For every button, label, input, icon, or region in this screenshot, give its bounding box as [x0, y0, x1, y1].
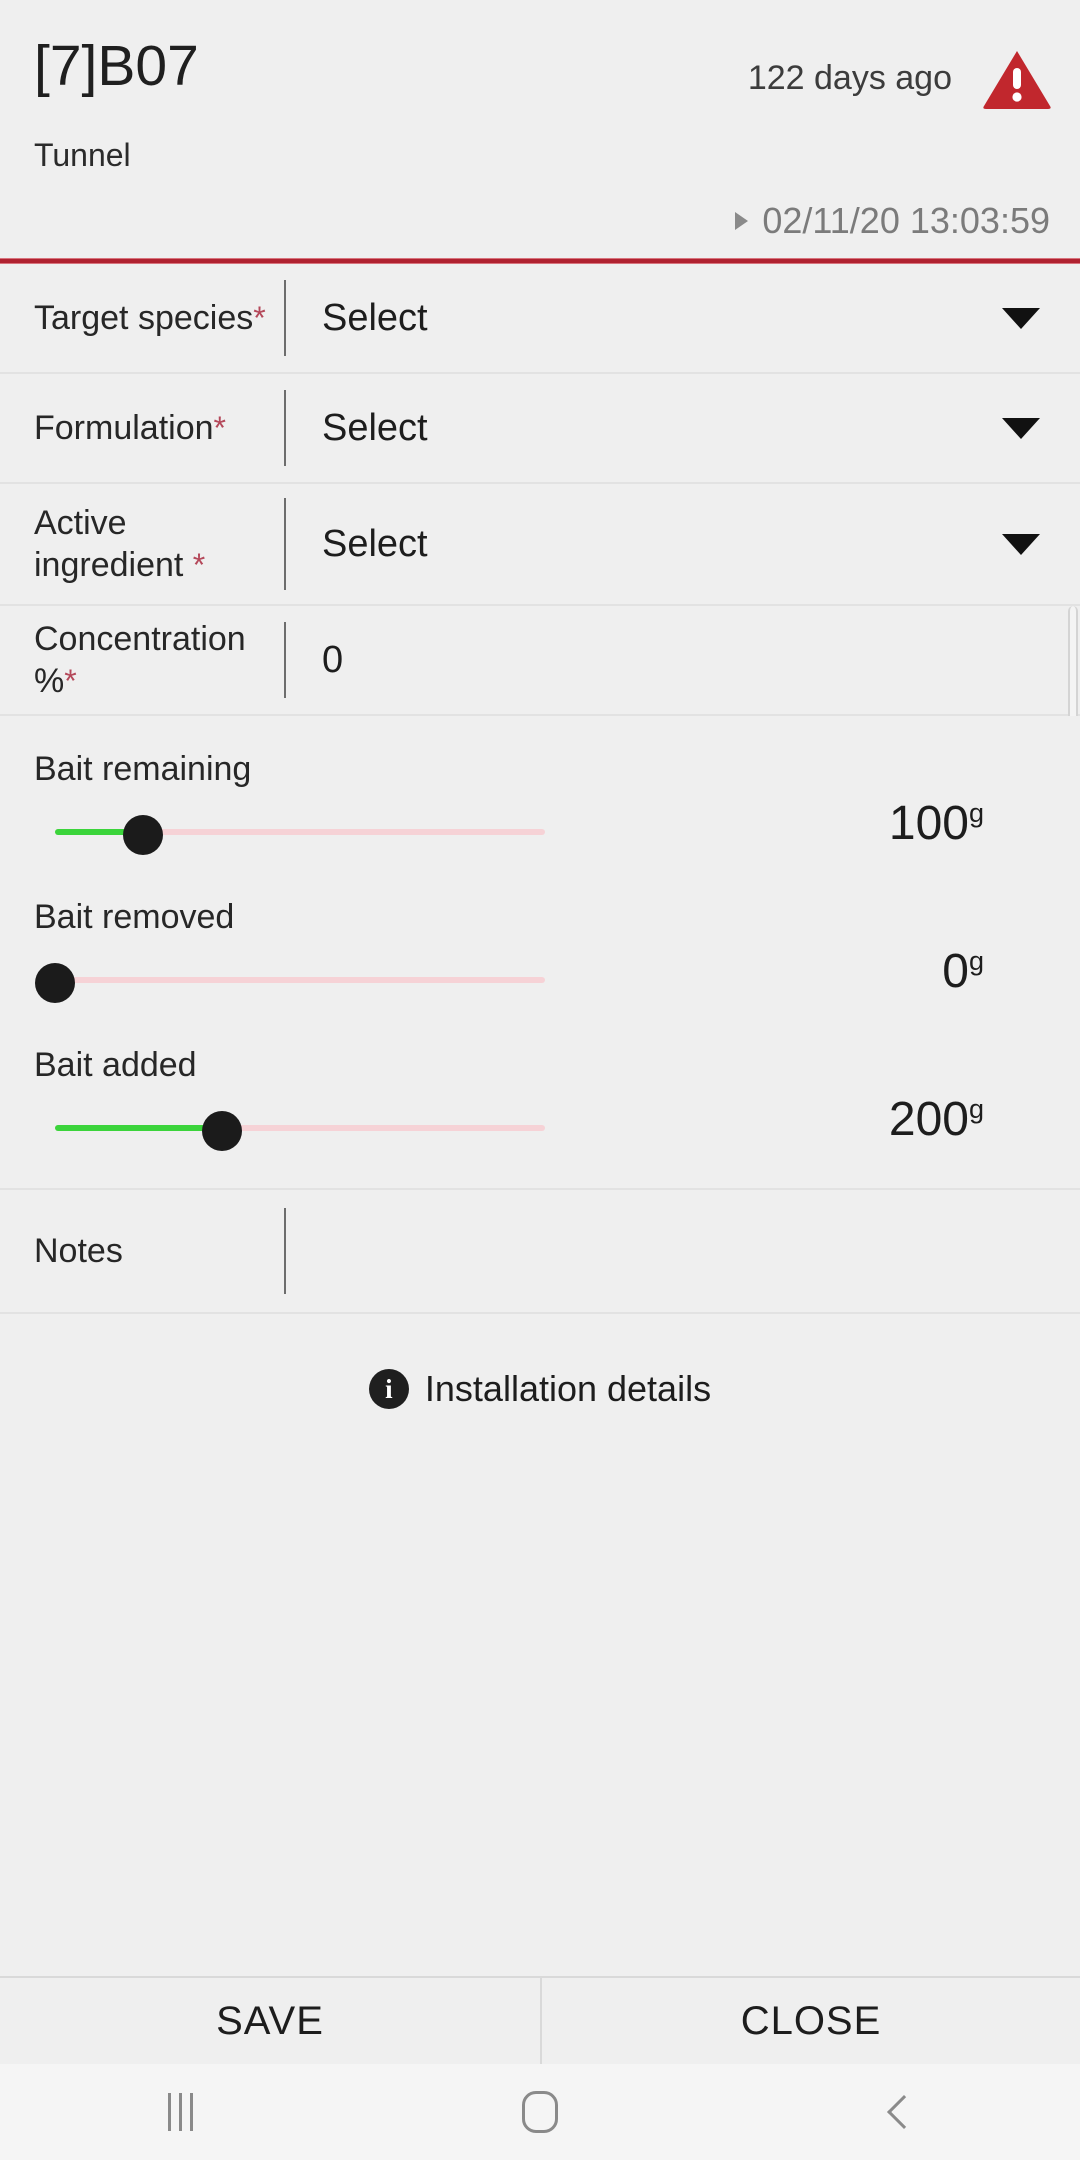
concentration-input[interactable]: 0 [322, 637, 343, 683]
field-label-notes: Notes [34, 1232, 123, 1270]
field-value-active-ingredient[interactable]: Select [286, 521, 1080, 567]
field-value-formulation[interactable]: Select [286, 405, 1080, 451]
nav-back-button[interactable] [720, 2095, 1080, 2129]
chevron-down-icon[interactable] [1002, 417, 1040, 439]
last-visit-age: 122 days ago [747, 59, 952, 97]
field-label-target-species: Target species* [0, 297, 284, 339]
required-asterisk: * [192, 547, 206, 583]
action-bar: SAVE CLOSE [0, 1976, 1080, 2064]
field-value-text: Select [322, 407, 428, 449]
field-label-concentration: Concentration %* [0, 618, 284, 702]
field-value-concentration[interactable]: 0 [286, 637, 1080, 683]
page-title: [7]B07 [34, 34, 199, 98]
slider-fill [55, 1125, 222, 1131]
required-asterisk: * [64, 663, 77, 699]
slider-value-bait-added: 200g [889, 1092, 984, 1148]
back-icon [887, 2095, 921, 2129]
field-label-text: Active ingredient [34, 504, 184, 584]
form-body: Target species* Select Formulation* Sele… [0, 264, 1080, 1976]
app-root: [7]B07 Tunnel 122 days ago 02/11/20 13:0… [0, 0, 1080, 2160]
field-row-concentration[interactable]: Concentration %* 0 [0, 606, 1080, 1006]
field-row-formulation[interactable]: Formulation* Select [0, 374, 1080, 484]
slider-value-unit: g [968, 798, 984, 828]
slider-value-number: 0 [942, 945, 969, 998]
field-label-text: Target species [34, 299, 254, 337]
field-divider [284, 1208, 286, 1294]
field-label-formulation: Formulation* [0, 407, 284, 449]
slider-row-bait-removed[interactable]: Bait removed 0g [0, 882, 1080, 1030]
slider-row-bait-added[interactable]: Bait added 200g [0, 1030, 1080, 1178]
nav-recents-button[interactable] [0, 2093, 360, 2131]
warning-triangle-icon [983, 51, 1051, 109]
slider-bait-added[interactable] [55, 1111, 545, 1151]
last-visit-timestamp-row[interactable]: 02/11/20 13:03:59 [735, 200, 1050, 242]
nav-home-button[interactable] [360, 2091, 720, 2133]
slider-section: Bait remaining 100g Bait removed 0g Bait… [0, 716, 1080, 1190]
field-label-active-ingredient: Active ingredient * [0, 502, 284, 586]
page-subtitle: Tunnel [34, 137, 131, 173]
slider-value-number: 100 [888, 797, 969, 850]
field-row-target-species[interactable]: Target species* Select [0, 264, 1080, 374]
slider-thumb[interactable] [123, 815, 164, 855]
slider-value-unit: g [968, 1094, 984, 1124]
installation-details-link[interactable]: i Installation details [0, 1314, 1080, 1464]
slider-label-bait-removed: Bait removed [34, 898, 235, 936]
slider-thumb[interactable] [201, 1111, 242, 1151]
triangle-right-icon [735, 212, 749, 230]
slider-value-bait-remaining: 100g [889, 796, 984, 852]
field-value-target-species[interactable]: Select [286, 295, 1080, 341]
installation-details-label: Installation details [424, 1368, 712, 1409]
last-visit-timestamp: 02/11/20 13:03:59 [762, 200, 1050, 241]
slider-thumb[interactable] [35, 963, 75, 1003]
slider-bait-removed[interactable] [35, 963, 545, 1003]
required-asterisk: * [253, 300, 266, 336]
slider-value-unit: g [968, 946, 984, 976]
field-row-notes[interactable]: Notes [0, 1190, 1080, 1314]
close-button[interactable]: CLOSE [540, 1978, 1080, 2064]
slider-row-bait-remaining[interactable]: Bait remaining 100g [0, 734, 1080, 882]
field-label-text: Formulation [34, 409, 214, 447]
field-row-active-ingredient[interactable]: Active ingredient * Select [0, 484, 1080, 606]
android-navigation-bar [0, 2064, 1080, 2160]
chevron-down-icon[interactable] [1002, 307, 1040, 329]
field-value-text: Select [322, 297, 428, 339]
slider-label-bait-added: Bait added [34, 1046, 197, 1084]
recents-icon [167, 2093, 193, 2131]
home-icon [522, 2091, 558, 2133]
detail-header: [7]B07 Tunnel 122 days ago 02/11/20 13:0… [0, 0, 1080, 264]
chevron-down-icon[interactable] [1002, 533, 1040, 555]
save-button[interactable]: SAVE [0, 1978, 540, 2064]
slider-label-bait-remaining: Bait remaining [34, 750, 252, 788]
slider-bait-remaining[interactable] [55, 815, 545, 855]
required-asterisk: * [213, 410, 226, 446]
slider-value-bait-removed: 0g [942, 944, 984, 1000]
slider-track [55, 977, 545, 983]
field-value-text: Select [322, 523, 428, 565]
info-circle-icon: i [368, 1369, 409, 1409]
slider-value-number: 200 [888, 1093, 969, 1146]
